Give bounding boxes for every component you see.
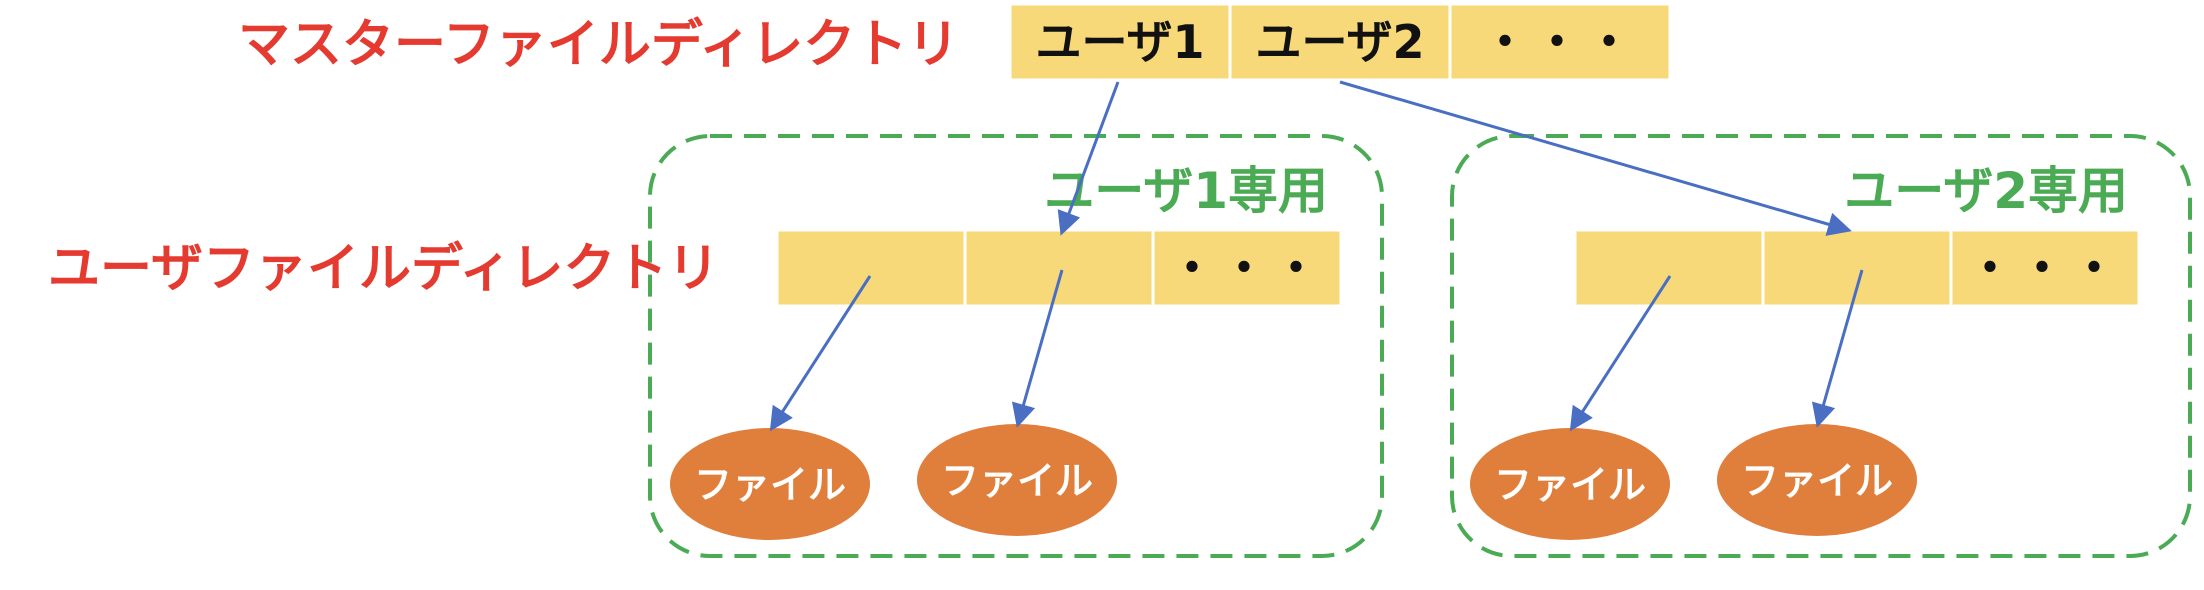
user1-group: ユーザ1専用 ・・・ ファイル ファイル (648, 134, 1384, 558)
user1-file-2-label: ファイル (941, 459, 1093, 503)
user2-cell-1 (1573, 228, 1765, 308)
master-directory-label: マスターファイルディレクトリ (238, 15, 959, 75)
file-directory-diagram: マスターファイルディレクトリ ユーザ1 ユーザ2 ・・・ ユーザファイルディレク… (48, 2, 2192, 558)
user1-cell-2 (963, 228, 1155, 308)
master-directory-row: ユーザ1 ユーザ2 ・・・ (1008, 2, 1672, 82)
user2-cell-2 (1761, 228, 1953, 308)
user2-group: ユーザ2専用 ・・・ ファイル ファイル (1450, 134, 2192, 558)
user1-file-1-label: ファイル (694, 463, 846, 507)
user1-cell-more-label: ・・・ (1169, 241, 1325, 295)
user2-file-2-label: ファイル (1741, 459, 1893, 503)
user1-group-label: ユーザ1専用 (1044, 162, 1328, 220)
arrow-master-user2-to-user2-dir (1339, 80, 1852, 236)
user2-file-1-label: ファイル (1494, 463, 1646, 507)
user1-cell-1 (775, 228, 967, 308)
user2-group-label: ユーザ2専用 (1844, 162, 2128, 220)
master-cell-more-label: ・・・ (1482, 15, 1638, 69)
user-directory-label: ユーザファイルディレクトリ (48, 239, 719, 299)
master-cell-user1-label: ユーザ1 (1035, 15, 1204, 69)
user2-cell-more-label: ・・・ (1967, 241, 2123, 295)
master-cell-user2-label: ユーザ2 (1255, 15, 1424, 69)
